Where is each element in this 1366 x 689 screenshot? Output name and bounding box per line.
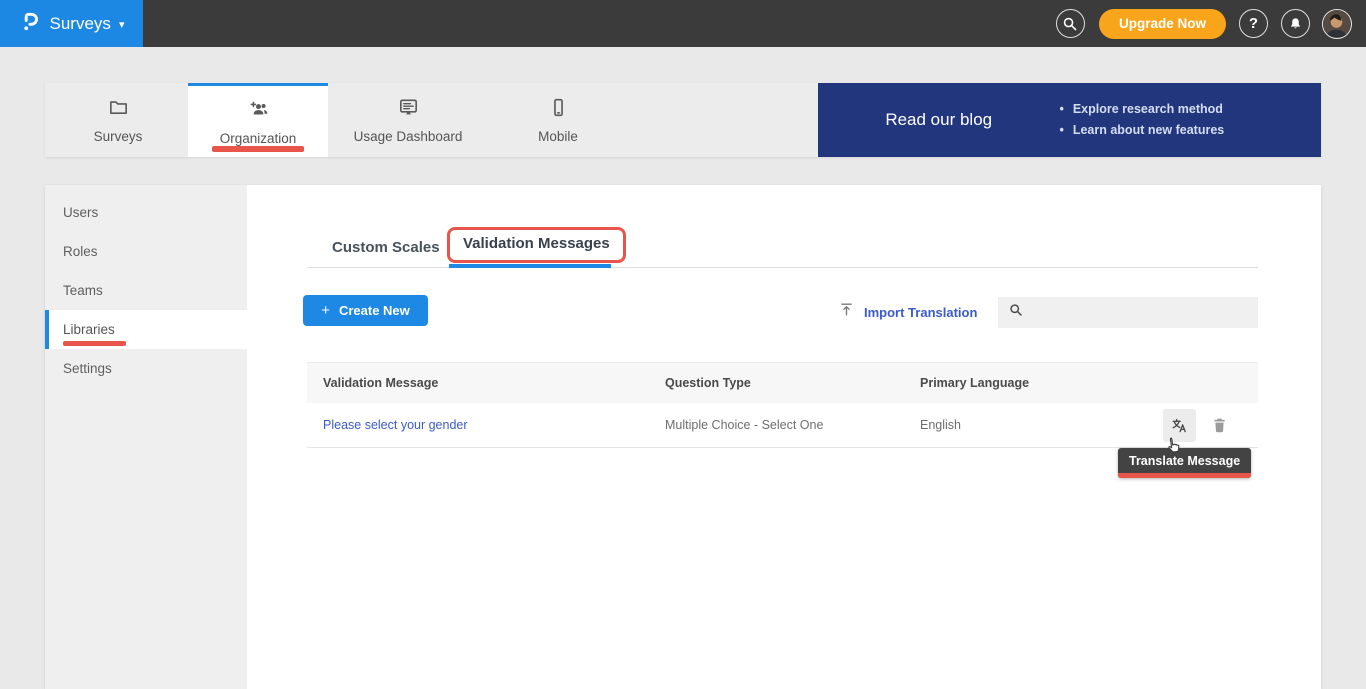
create-new-label: Create New [339, 303, 410, 318]
hand-cursor-icon [1163, 435, 1185, 464]
tab-label: Usage Dashboard [354, 129, 463, 144]
upgrade-now-button[interactable]: Upgrade Now [1099, 9, 1226, 39]
tab-usage-dashboard[interactable]: Usage Dashboard [328, 83, 488, 157]
sidebar-item-settings[interactable]: Settings [45, 349, 247, 388]
library-tabs: Custom Scales Validation Messages [307, 225, 1258, 268]
brand-logo-icon [19, 8, 42, 39]
sidebar-item-label: Users [63, 205, 98, 220]
tab-label: Surveys [94, 129, 143, 144]
tab-label: Organization [220, 131, 297, 146]
tab-custom-scales[interactable]: Custom Scales [332, 239, 440, 256]
sidebar-item-label: Roles [63, 244, 98, 259]
help-icon[interactable]: ? [1239, 9, 1268, 38]
create-new-button[interactable]: + Create New [303, 295, 428, 326]
validation-message-link[interactable]: Please select your gender [323, 418, 468, 432]
table-row: Please select your gender Multiple Choic… [307, 403, 1258, 448]
product-switcher[interactable]: Surveys ▾ [0, 0, 143, 47]
sidebar-item-label: Settings [63, 361, 112, 376]
banner-bullet: Learn about new features [1059, 120, 1224, 141]
validation-messages-table: Validation Message Question Type Primary… [307, 362, 1258, 448]
annotation-underline-libraries [63, 341, 126, 346]
import-translation-link[interactable]: Import Translation [838, 301, 977, 323]
banner-title: Read our blog [818, 110, 1059, 130]
usage-dashboard-icon [397, 96, 420, 124]
trash-icon[interactable] [1208, 411, 1230, 439]
table-search[interactable] [998, 297, 1258, 328]
column-header: Primary Language [904, 376, 1258, 390]
chevron-down-icon: ▾ [119, 18, 125, 31]
annotation-box-validation-messages: Validation Messages [447, 227, 626, 263]
sidebar: Users Roles Teams Libraries Settings [45, 185, 247, 689]
sidebar-item-roles[interactable]: Roles [45, 232, 247, 271]
product-name: Surveys [50, 14, 111, 34]
main-panel: Users Roles Teams Libraries Settings Cus… [45, 185, 1321, 689]
sidebar-item-label: Libraries [63, 322, 115, 337]
mobile-icon [547, 96, 570, 124]
avatar[interactable] [1322, 9, 1352, 39]
folder-icon [107, 96, 130, 124]
blog-promo-banner[interactable]: Read our blog Explore research method Le… [818, 83, 1321, 157]
column-header: Validation Message [307, 376, 649, 390]
top-bar: Surveys ▾ Upgrade Now ? [0, 0, 1366, 47]
topbar-actions: Upgrade Now ? [1043, 9, 1366, 39]
bell-icon[interactable] [1281, 9, 1310, 38]
module-nav: Surveys Organization [45, 83, 1321, 157]
tab-validation-messages[interactable]: Validation Messages [463, 235, 610, 252]
sidebar-item-label: Teams [63, 283, 103, 298]
banner-bullet: Explore research method [1059, 99, 1224, 120]
libraries-content: Custom Scales Validation Messages + Crea… [247, 185, 1321, 689]
column-header: Question Type [649, 376, 904, 390]
import-translation-label: Import Translation [864, 305, 977, 320]
annotation-underline-organization [212, 146, 304, 152]
magnifier-icon [1008, 302, 1024, 323]
sidebar-item-libraries[interactable]: Libraries [45, 310, 247, 349]
tab-organization[interactable]: Organization [188, 83, 328, 157]
primary-language-cell: English [904, 418, 1258, 432]
annotation-underline-tooltip [1118, 473, 1251, 478]
tab-label: Mobile [538, 129, 578, 144]
banner-bullet-list: Explore research method Learn about new … [1059, 99, 1224, 141]
search-input[interactable] [1032, 297, 1258, 328]
plus-icon: + [321, 302, 330, 319]
upload-icon [838, 301, 855, 323]
tab-mobile[interactable]: Mobile [488, 83, 628, 157]
table-header-row: Validation Message Question Type Primary… [307, 362, 1258, 403]
search-icon[interactable] [1056, 9, 1085, 38]
sidebar-item-teams[interactable]: Teams [45, 271, 247, 310]
sidebar-item-users[interactable]: Users [45, 193, 247, 232]
active-tab-underline [449, 264, 611, 268]
people-add-icon [247, 98, 270, 126]
question-type-cell: Multiple Choice - Select One [649, 418, 904, 432]
tab-surveys[interactable]: Surveys [48, 83, 188, 157]
